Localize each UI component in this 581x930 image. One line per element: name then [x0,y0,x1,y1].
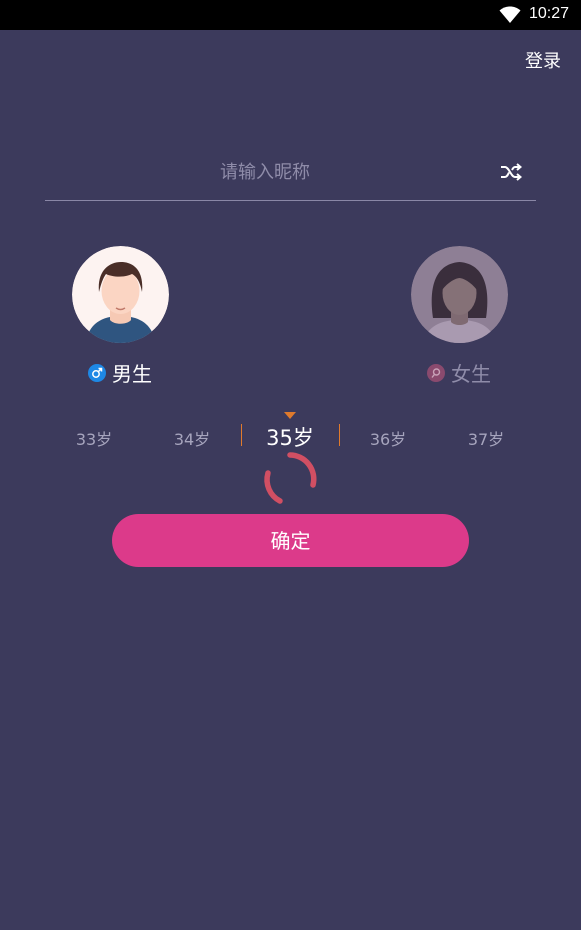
male-label-text: 男生 [112,362,152,386]
female-avatar[interactable] [411,246,508,343]
status-bar: 10:27 [0,0,581,30]
female-avatar-icon [411,246,508,343]
age-item-37[interactable]: 37岁 [437,426,535,450]
female-label-text: 女生 [451,362,491,386]
male-avatar-icon [72,246,169,343]
age-item-36[interactable]: 36岁 [339,426,437,450]
male-avatar[interactable] [72,246,169,343]
male-label[interactable]: 男生 [88,358,152,387]
nickname-row [45,148,536,201]
nickname-input[interactable] [45,148,485,196]
female-label[interactable]: 女生 [427,358,491,387]
wifi-icon [499,6,521,23]
shuffle-icon[interactable] [500,161,522,183]
female-symbol-icon [427,363,445,382]
status-time: 10:27 [529,5,570,22]
age-item-34[interactable]: 34岁 [143,426,241,450]
login-link[interactable]: 登录 [525,47,561,73]
age-item-33[interactable]: 33岁 [45,426,143,450]
age-item-35-selected[interactable]: 35岁 [241,422,339,452]
gender-option-male[interactable]: 男生 [72,246,172,386]
male-symbol-icon [88,363,106,382]
loading-spinner-icon [264,452,317,504]
age-pointer-icon [284,412,296,419]
confirm-button[interactable]: 确定 [112,514,469,567]
gender-option-female[interactable]: 女生 [411,246,511,386]
